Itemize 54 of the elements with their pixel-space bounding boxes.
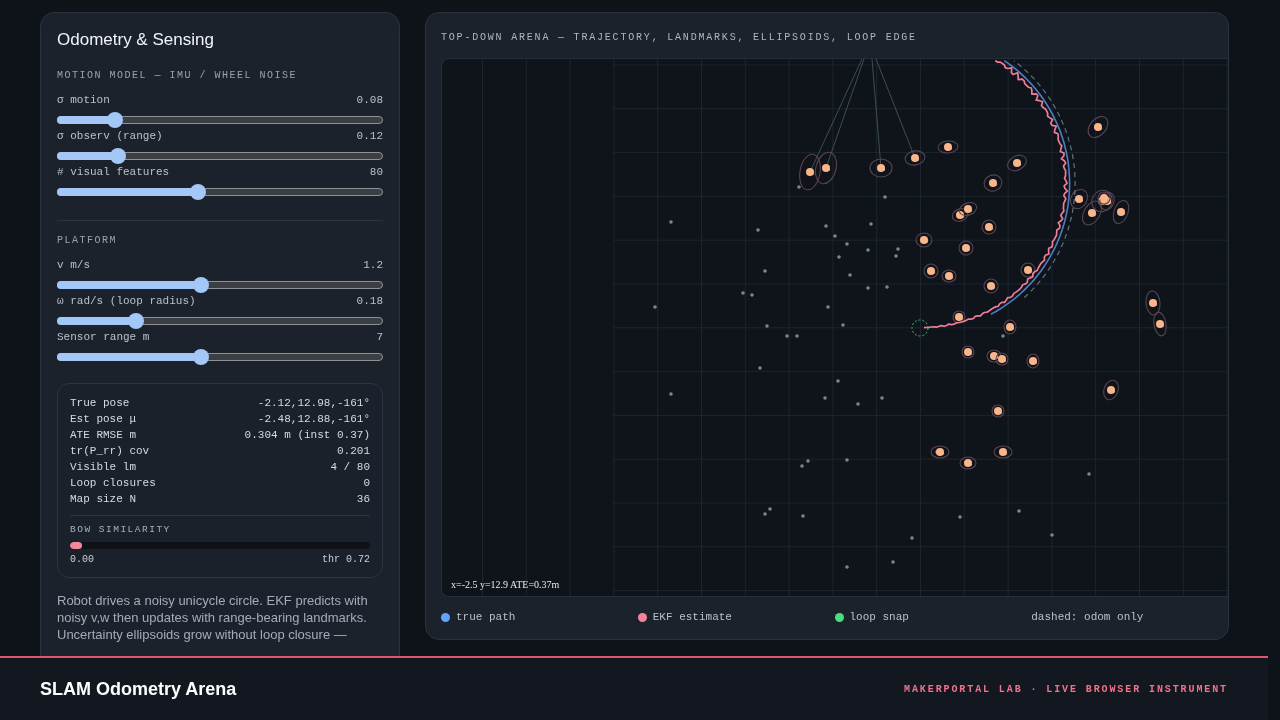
stat-label: Visible lm (70, 460, 136, 475)
slider-thumb[interactable] (190, 184, 207, 200)
slider-label: σ motion (57, 93, 110, 107)
slider-thumb[interactable] (128, 313, 145, 329)
stat-value: 0.304 m (inst 0.37) (244, 428, 370, 443)
legend-note: dashed: odom only (1031, 610, 1144, 624)
similarity-heading: BOW SIMILARITY (70, 523, 172, 537)
legend-label: loop snap (849, 610, 909, 624)
pose-readout: x=-2.5 y=12.9 ATE=0.37m (451, 579, 560, 591)
slider-label: ω rad/s (loop radius) (57, 294, 196, 308)
legend-label: true path (456, 610, 516, 624)
slider-value: 0.18 (356, 294, 383, 308)
slider-label: σ observ (range) (57, 129, 163, 143)
footer-tagline: MAKERPORTAL LAB · LIVE BROWSER INSTRUMENT (904, 683, 1228, 695)
slider-track[interactable] (57, 313, 383, 329)
similarity-reading: 0.00 (70, 553, 94, 567)
slider-track[interactable] (57, 277, 383, 293)
slider-track[interactable] (57, 349, 383, 365)
slider-track[interactable] (57, 148, 383, 164)
stat-label: ATE RMSE m (70, 428, 136, 443)
start-ring-icon (911, 319, 929, 337)
slider-thumb[interactable] (109, 148, 126, 164)
stat-value: 4 / 80 (330, 460, 370, 475)
slider-track[interactable] (57, 184, 383, 200)
description-text: Robot drives a noisy unicycle circle. EKF predicts with noisy v,w then updates with range-bearing landmarks. Uncertainty ellipsoids grow without loop closure — (57, 592, 369, 643)
slider-value: 80 (369, 165, 383, 179)
slider-value: 0.12 (356, 129, 383, 143)
stat-value: -2.12,12.98,-161° (257, 396, 370, 411)
panel-title: Odometry & Sensing (57, 29, 215, 51)
slider-value: 0.08 (356, 93, 383, 107)
stat-label: True pose (70, 396, 130, 411)
stat-value: -2.48,12.88,-161° (257, 412, 370, 427)
app-title: SLAM Odometry Arena (40, 678, 237, 700)
stat-label: Loop closures (70, 476, 156, 491)
section-heading: PLATFORM (57, 234, 118, 248)
slider-value: 7 (376, 330, 383, 344)
stat-value: 0.201 (337, 444, 370, 459)
stat-value: 0 (363, 476, 370, 491)
stat-label: tr(P_rr) cov (70, 444, 150, 459)
slider-value: 1.2 (363, 258, 383, 272)
similarity-threshold: thr 0.72 (322, 553, 370, 567)
section-heading: MOTION MODEL — IMU / WHEEL NOISE (57, 69, 299, 83)
slider-label: # visual features (57, 165, 170, 179)
slider-thumb[interactable] (106, 112, 123, 128)
slider-label: v m/s (57, 258, 90, 272)
stat-value: 36 (356, 492, 370, 507)
stat-label: Est pose μ (70, 412, 136, 427)
slider-thumb[interactable] (193, 349, 210, 365)
slider-label: Sensor range m (57, 330, 150, 344)
arena-title: TOP-DOWN ARENA — TRAJECTORY, LANDMARKS, ELLIPSOIDS, LOOP EDGE (441, 31, 918, 45)
stat-label: Map size N (70, 492, 136, 507)
slider-track[interactable] (57, 112, 383, 128)
slider-thumb[interactable] (193, 277, 210, 293)
legend-label: EKF estimate (652, 610, 732, 624)
